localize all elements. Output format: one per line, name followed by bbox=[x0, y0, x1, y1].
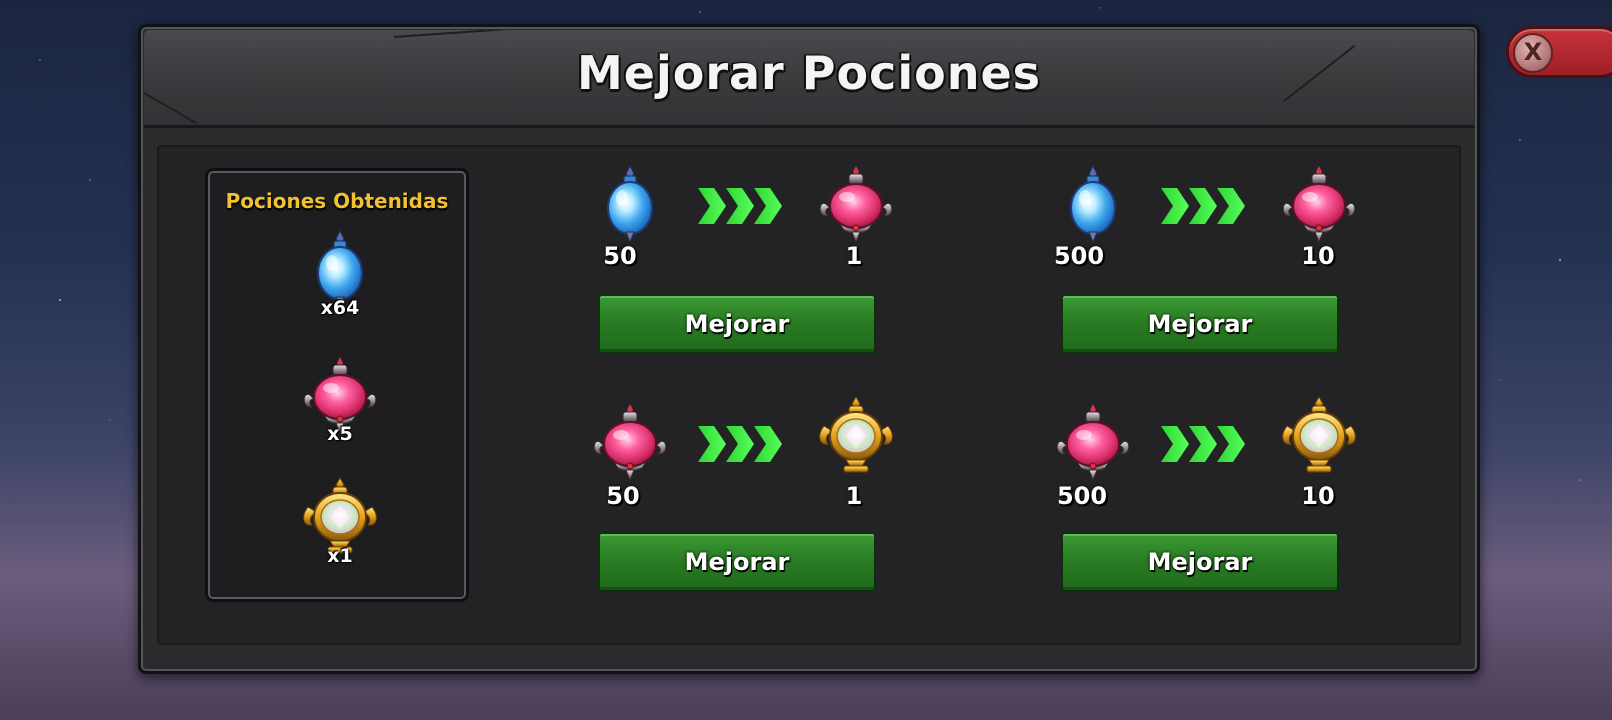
close-button[interactable]: X bbox=[1506, 26, 1612, 78]
upgrade-button[interactable]: Mejorar bbox=[598, 532, 876, 592]
upgrade-button[interactable]: Mejorar bbox=[598, 294, 876, 354]
cost-quantity: 50 bbox=[606, 482, 640, 510]
upgrade-button[interactable]: Mejorar bbox=[1061, 532, 1339, 592]
chevron-arrows-icon bbox=[1159, 184, 1245, 228]
pink-potion-icon bbox=[590, 402, 670, 482]
close-icon[interactable]: X bbox=[1513, 33, 1553, 73]
cost-quantity: 500 bbox=[1053, 242, 1105, 270]
inventory-item-pink: x5 bbox=[295, 355, 385, 445]
page-title: Mejorar Pociones bbox=[576, 46, 1042, 100]
pink-potion-icon bbox=[1279, 164, 1359, 244]
result-quantity: 1 bbox=[845, 482, 863, 510]
obtained-potions-box: Pociones Obtenidas x64 x5 x1 bbox=[205, 168, 469, 602]
crack-decoration bbox=[393, 30, 514, 38]
blue-potion-icon bbox=[1053, 164, 1133, 244]
gold-potion-icon bbox=[1279, 396, 1359, 476]
upgrade-button[interactable]: Mejorar bbox=[1061, 294, 1339, 354]
inventory-item-gold: x1 bbox=[295, 477, 385, 567]
blue-potion-icon bbox=[590, 164, 670, 244]
chevron-arrows-icon bbox=[696, 422, 782, 466]
gold-potion-icon bbox=[816, 396, 896, 476]
result-quantity: 10 bbox=[1301, 242, 1335, 270]
cost-quantity: 50 bbox=[603, 242, 637, 270]
cost-quantity: 500 bbox=[1056, 482, 1108, 510]
chevron-arrows-icon bbox=[696, 184, 782, 228]
panel-header: Mejorar Pociones bbox=[144, 30, 1474, 128]
result-quantity: 10 bbox=[1301, 482, 1335, 510]
inventory-title: Pociones Obtenidas bbox=[225, 189, 449, 213]
inventory-count: x5 bbox=[327, 423, 353, 445]
inventory-item-blue: x64 bbox=[295, 229, 385, 319]
result-quantity: 1 bbox=[845, 242, 863, 270]
recipe-pink-to-gold-large: 500 10 Mejorar bbox=[1061, 402, 1361, 602]
recipe-blue-to-pink-small: 50 1 Mejorar bbox=[598, 164, 898, 364]
recipe-blue-to-pink-large: 500 10 Mejorar bbox=[1054, 164, 1361, 364]
chevron-arrows-icon bbox=[1159, 422, 1245, 466]
pink-potion-icon bbox=[816, 164, 896, 244]
inventory-count: x64 bbox=[320, 297, 360, 319]
pink-potion-icon bbox=[1053, 402, 1133, 482]
recipe-pink-to-gold-small: 50 1 Mejorar bbox=[598, 402, 898, 602]
inventory-count: x1 bbox=[327, 545, 353, 567]
